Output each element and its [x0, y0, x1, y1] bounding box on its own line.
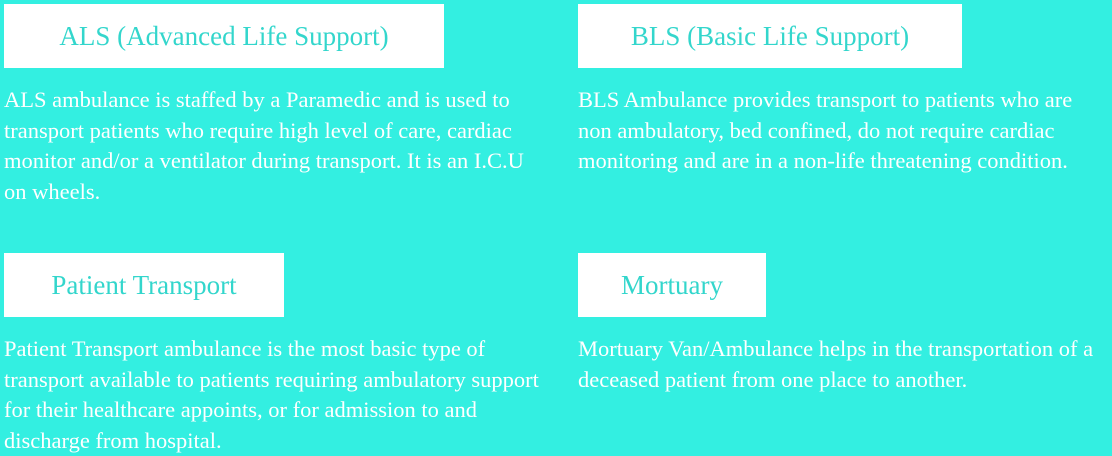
bls-description: BLS Ambulance provides transport to pati… [578, 87, 1073, 173]
patient-transport-description: Patient Transport ambulance is the most … [4, 336, 539, 453]
als-description: ALS ambulance is staffed by a Paramedic … [4, 87, 524, 204]
als-tab-button[interactable]: ALS (Advanced Life Support) [4, 4, 444, 68]
mortuary-description: Mortuary Van/Ambulance helps in the tran… [578, 336, 1094, 392]
bls-tab-button[interactable]: BLS (Basic Life Support) [578, 4, 962, 68]
patient-transport-tab-button[interactable]: Patient Transport [4, 253, 284, 317]
mortuary-tab-button[interactable]: Mortuary [578, 253, 766, 317]
